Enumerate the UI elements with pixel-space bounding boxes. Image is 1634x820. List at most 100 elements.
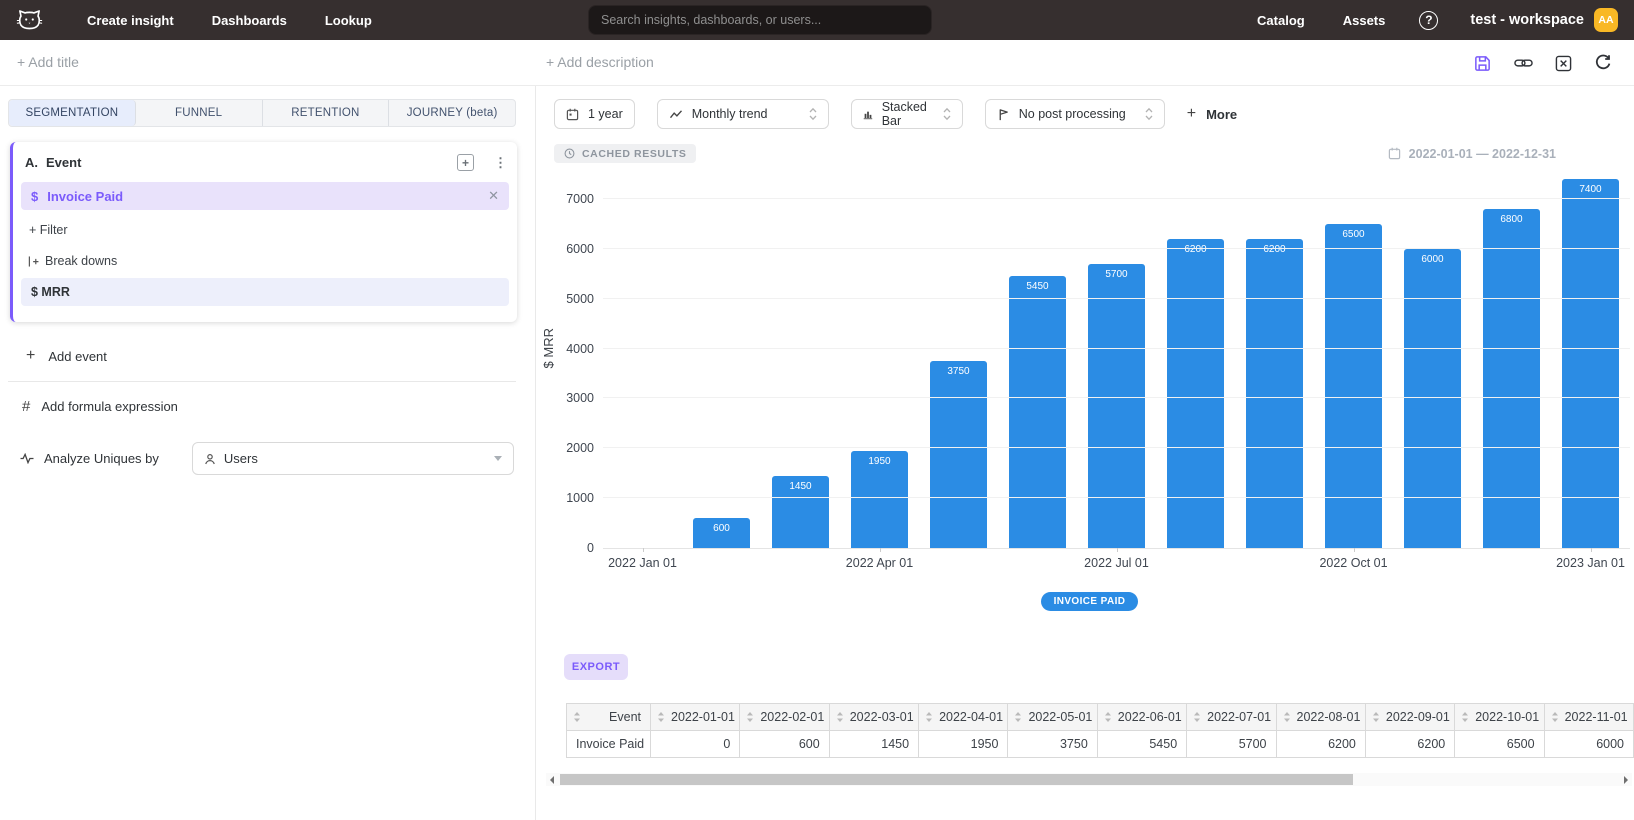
y-axis-label: $ MRR <box>541 328 556 368</box>
sort-icon[interactable] <box>1283 711 1291 723</box>
add-event-to-group-icon[interactable]: + <box>457 154 474 171</box>
breakdowns-label: Break downs <box>45 254 117 268</box>
link-icon[interactable] <box>1514 57 1533 69</box>
scrollbar-thumb[interactable] <box>560 774 1353 785</box>
bar-value-label: 6000 <box>1404 254 1461 265</box>
sort-icon[interactable] <box>746 711 754 723</box>
sort-icon[interactable] <box>1461 711 1469 723</box>
trend-select[interactable]: Monthly trend <box>657 99 829 129</box>
app-logo-cat-icon[interactable] <box>16 9 43 32</box>
add-formula-button[interactable]: # Add formula expression <box>8 398 516 415</box>
sort-icon[interactable] <box>1551 711 1559 723</box>
x-tick-label: 2022 Jul 01 <box>1084 556 1149 570</box>
close-square-icon[interactable] <box>1555 55 1572 72</box>
add-event-button[interactable]: + Add event <box>8 347 516 365</box>
sort-icon[interactable] <box>1193 711 1201 723</box>
add-description-button[interactable]: + Add description <box>546 54 654 70</box>
table-cell-value: 5700 <box>1187 731 1276 758</box>
select-carets-icon <box>809 107 817 121</box>
avatar[interactable]: AA <box>1594 8 1618 32</box>
analyze-uniques-select[interactable]: Users <box>192 442 514 475</box>
bar-slot: 57002022 Jul 01 <box>1077 175 1156 548</box>
column-header-2022-03-01[interactable]: 2022-03-01 <box>829 704 918 731</box>
nav-item-assets[interactable]: Assets <box>1343 13 1386 28</box>
bar[interactable]: 3750 <box>930 361 987 548</box>
more-options-button[interactable]: + More <box>1187 105 1237 123</box>
tab-journey-beta[interactable]: JOURNEY (beta) <box>389 100 515 126</box>
refresh-icon[interactable] <box>1594 54 1612 72</box>
bar-value-label: 6200 <box>1246 244 1303 255</box>
bar[interactable]: 7400 <box>1562 179 1619 548</box>
bar[interactable]: 6500 <box>1325 224 1382 548</box>
y-tick-label: 6000 <box>566 242 594 256</box>
table-cell-value: 0 <box>651 731 740 758</box>
column-header-2022-06-01[interactable]: 2022-06-01 <box>1097 704 1186 731</box>
date-range[interactable]: 2022-01-01 — 2022-12-31 <box>1388 147 1556 161</box>
remove-event-icon[interactable]: ✕ <box>488 188 499 204</box>
sort-icon[interactable] <box>925 711 933 723</box>
y-tick-label: 4000 <box>566 342 594 356</box>
sort-icon[interactable] <box>836 711 844 723</box>
search-input[interactable] <box>588 5 932 35</box>
nav-item-dashboards[interactable]: Dashboards <box>212 13 287 28</box>
x-tick-label: 2022 Oct 01 <box>1319 556 1387 570</box>
time-window-label: 1 year <box>588 107 623 121</box>
bar-slot: 3750 <box>919 175 998 548</box>
workspace-name[interactable]: test - workspace <box>1470 12 1584 28</box>
column-header-2022-07-01[interactable]: 2022-07-01 <box>1187 704 1276 731</box>
column-header-2022-11-01[interactable]: 2022-11-01 <box>1544 704 1633 731</box>
bar[interactable]: 1950 <box>851 451 908 548</box>
x-tick-label: 2022 Apr 01 <box>846 556 913 570</box>
sort-icon[interactable] <box>1104 711 1112 723</box>
sort-icon[interactable] <box>573 711 581 723</box>
column-header-2022-02-01[interactable]: 2022-02-01 <box>740 704 829 731</box>
add-title-button[interactable]: + Add title <box>17 54 79 70</box>
selected-event-row[interactable]: $ Invoice Paid ✕ <box>21 182 509 210</box>
tab-funnel[interactable]: FUNNEL <box>136 100 263 126</box>
export-button[interactable]: EXPORT <box>564 654 628 680</box>
sort-icon[interactable] <box>1014 711 1022 723</box>
bar[interactable]: 5450 <box>1009 276 1066 548</box>
event-group-menu-icon[interactable]: ⋮ <box>494 155 507 171</box>
nav-item-lookup[interactable]: Lookup <box>325 13 372 28</box>
bar[interactable]: 1450 <box>772 476 829 548</box>
scroll-right-icon[interactable] <box>1620 773 1632 786</box>
sort-icon[interactable] <box>1372 711 1380 723</box>
tab-segmentation[interactable]: SEGMENTATION <box>9 100 136 126</box>
save-icon[interactable] <box>1473 54 1492 73</box>
column-header-2022-10-01[interactable]: 2022-10-01 <box>1455 704 1544 731</box>
sidebar-divider <box>8 381 516 382</box>
breakdowns-button[interactable]: Break downs <box>21 254 509 268</box>
scroll-left-icon[interactable] <box>546 773 558 786</box>
legend-item-invoice-paid[interactable]: INVOICE PAID <box>1041 592 1139 611</box>
bar[interactable]: 600 <box>693 518 750 548</box>
bar[interactable]: 6000 <box>1404 249 1461 548</box>
add-formula-label: Add formula expression <box>41 399 178 414</box>
nav-item-catalog[interactable]: Catalog <box>1257 13 1305 28</box>
bar[interactable]: 6200 <box>1167 239 1224 548</box>
breakdown-value-row[interactable]: $ MRR <box>21 278 509 306</box>
column-header-2022-08-01[interactable]: 2022-08-01 <box>1276 704 1365 731</box>
nav-item-create-insight[interactable]: Create insight <box>87 13 174 28</box>
bar-value-label: 5450 <box>1009 281 1066 292</box>
tab-retention[interactable]: RETENTION <box>263 100 390 126</box>
help-icon[interactable]: ? <box>1419 11 1438 30</box>
column-header-2022-09-01[interactable]: 2022-09-01 <box>1365 704 1454 731</box>
column-header-event[interactable]: Event <box>567 704 651 731</box>
column-header-2022-04-01[interactable]: 2022-04-01 <box>919 704 1008 731</box>
add-filter-button[interactable]: + Filter <box>21 223 509 237</box>
bar[interactable]: 6200 <box>1246 239 1303 548</box>
results-status-row: CACHED RESULTS 2022-01-01 — 2022-12-31 <box>545 144 1634 163</box>
sort-icon[interactable] <box>657 711 665 723</box>
gridline <box>603 447 1630 448</box>
column-header-2022-05-01[interactable]: 2022-05-01 <box>1008 704 1097 731</box>
time-window-button[interactable]: 1 year <box>554 99 635 129</box>
post-processing-select[interactable]: No post processing <box>985 99 1165 129</box>
plus-icon: + <box>1187 105 1196 123</box>
bar-value-label: 3750 <box>930 366 987 377</box>
horizontal-scrollbar[interactable] <box>546 773 1632 786</box>
bar[interactable]: 5700 <box>1088 264 1145 548</box>
chart-type-select[interactable]: Stacked Bar <box>851 99 963 129</box>
y-tick-label: 5000 <box>566 292 594 306</box>
column-header-2022-01-01[interactable]: 2022-01-01 <box>651 704 740 731</box>
